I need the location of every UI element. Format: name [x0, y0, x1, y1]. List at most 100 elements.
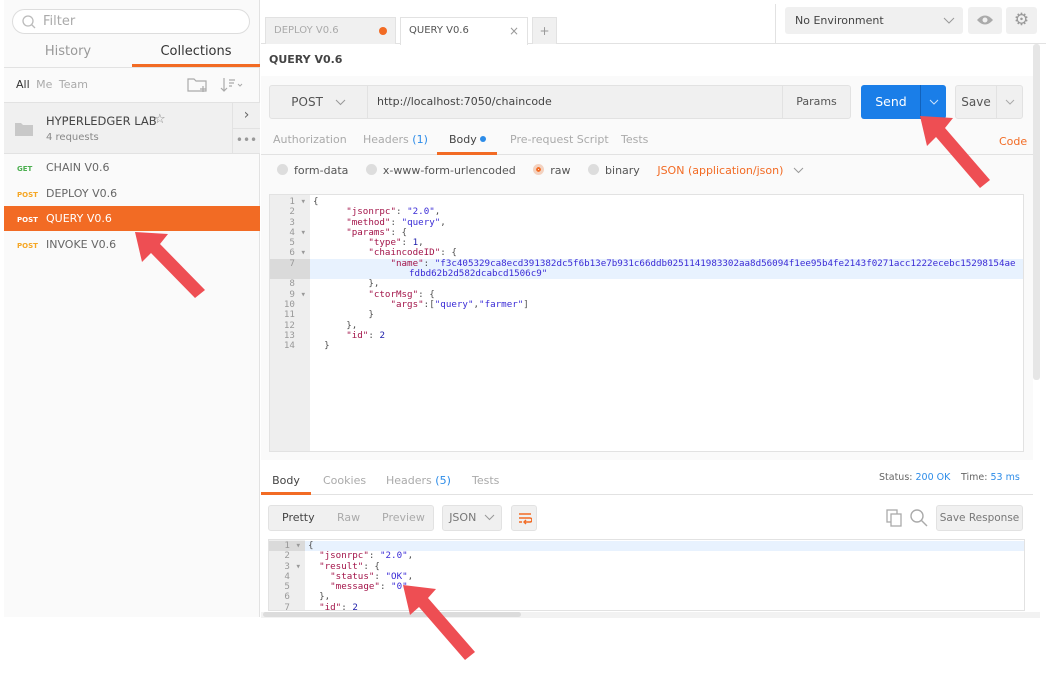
radio-form-data[interactable]: form-data	[277, 164, 348, 177]
close-tab-icon[interactable]: ×	[509, 18, 519, 44]
method-badge: POST	[17, 190, 38, 199]
radio-raw[interactable]: raw	[533, 164, 571, 177]
tab-response-tests[interactable]: Tests	[472, 474, 499, 487]
eye-icon	[977, 15, 993, 25]
chevron-down-icon	[929, 99, 939, 105]
send-options-button[interactable]	[920, 85, 946, 119]
code-line: 13 "id": 2	[270, 330, 1023, 341]
filter-me[interactable]: Me	[36, 78, 52, 91]
response-tabs: Body Cookies Headers (5) Tests Status: 2…	[261, 462, 1033, 495]
save-button[interactable]: Save	[955, 85, 997, 119]
tab-tests[interactable]: Tests	[621, 133, 648, 146]
tab-cookies[interactable]: Cookies	[323, 474, 366, 487]
headers-count: (1)	[412, 133, 428, 146]
time-readout: Time: 53 ms	[961, 472, 1020, 483]
method-select[interactable]: POST	[269, 85, 368, 119]
vertical-scrollbar[interactable]	[1033, 44, 1040, 380]
tab-pre-request-script[interactable]: Pre-request Script	[510, 133, 609, 146]
status-value: 200 OK	[915, 472, 951, 483]
url-input[interactable]: http://localhost:7050/chaincode	[367, 85, 783, 119]
filter-input[interactable]: Filter	[12, 9, 250, 34]
radio-binary[interactable]: binary	[588, 164, 640, 177]
body-dot-icon	[480, 136, 487, 142]
new-tab-button[interactable]: +	[532, 17, 557, 44]
status-label: Status:	[879, 472, 913, 483]
code-line: 14 }	[270, 340, 1023, 352]
response-body-viewer[interactable]: 1 ▾{2 "jsonrpc": "2.0", 3 ▾ "result": {4 …	[268, 539, 1025, 611]
tab-label: Headers	[386, 474, 432, 487]
tab-collections[interactable]: Collections	[132, 40, 260, 67]
view-preview[interactable]: Preview	[382, 506, 425, 530]
expand-collection-button[interactable]: ›	[232, 103, 260, 129]
response-format-select[interactable]: JSON	[442, 505, 502, 531]
view-raw[interactable]: Raw	[337, 506, 360, 530]
radio-icon	[277, 164, 288, 175]
horizontal-scrollbar[interactable]	[263, 612, 521, 617]
settings-gear-icon[interactable]: ⚙	[1006, 7, 1037, 34]
line-number: 7	[284, 601, 301, 611]
content-type-value: JSON (application/json)	[657, 164, 784, 177]
radio-label: x-www-form-urlencoded	[382, 164, 516, 177]
headers-count: (5)	[435, 474, 451, 487]
status-readout: Status: 200 OK	[879, 472, 950, 483]
tab-headers[interactable]: Headers (1)	[363, 133, 428, 146]
content-type-select[interactable]: JSON (application/json)	[657, 164, 804, 177]
sidebar-request-item[interactable]: POST QUERY V0.6	[4, 206, 260, 231]
star-icon[interactable]: ☆	[154, 112, 166, 127]
code-line: 5 "message": "0"	[269, 581, 1024, 592]
tab-query[interactable]: QUERY V0.6 ×	[400, 17, 528, 45]
wrap-icon	[519, 513, 532, 525]
filter-placeholder: Filter	[43, 14, 76, 29]
code-line: 7 "name": "f3c405329ca8ecd391382dc5f6b13…	[270, 258, 1023, 280]
tab-response-headers[interactable]: Headers (5)	[386, 474, 451, 487]
line-number: 14	[283, 340, 306, 352]
chevron-down-icon	[943, 17, 955, 24]
search-icon[interactable]	[910, 509, 928, 527]
new-collection-icon[interactable]	[187, 76, 209, 93]
wrap-lines-button[interactable]	[511, 505, 537, 531]
tab-response-body[interactable]: Body	[261, 462, 311, 495]
sort-icon[interactable]	[220, 77, 244, 93]
tab-history[interactable]: History	[4, 40, 132, 67]
code-line: 7 "id": 2	[269, 601, 1024, 611]
params-button[interactable]: Params	[782, 85, 851, 119]
filter-all[interactable]: All	[16, 78, 30, 91]
code-line: 10 "args":["query","farmer"]	[270, 299, 1023, 310]
request-name: CHAIN V0.6	[46, 161, 110, 174]
sidebar-request-item[interactable]: GET CHAIN V0.6	[4, 155, 260, 180]
tab-deploy[interactable]: DEPLOY V0.6	[265, 17, 396, 44]
tab-label: DEPLOY V0.6	[274, 25, 339, 36]
unsaved-dot-icon	[379, 27, 387, 35]
sidebar-request-item[interactable]: POST DEPLOY V0.6	[4, 181, 260, 206]
request-title: QUERY V0.6	[269, 53, 343, 66]
quick-look-button[interactable]	[968, 7, 1002, 34]
search-icon	[22, 15, 36, 29]
radio-x-www-form-urlencoded[interactable]: x-www-form-urlencoded	[365, 164, 516, 177]
send-button[interactable]: Send	[861, 85, 921, 119]
method-value: POST	[291, 95, 323, 109]
more-options-button[interactable]: •••	[232, 129, 260, 154]
save-options-button[interactable]	[996, 85, 1023, 119]
tab-body[interactable]: Body	[437, 128, 497, 155]
chevron-down-icon	[793, 167, 804, 174]
sidebar-request-item[interactable]: POST INVOKE V0.6	[4, 232, 260, 257]
environment-select[interactable]: No Environment	[785, 7, 963, 34]
code-line: 6 },	[269, 592, 1024, 603]
save-response-button[interactable]: Save Response	[936, 505, 1023, 531]
tab-authorization[interactable]: Authorization	[273, 133, 347, 146]
radio-selected-icon	[533, 164, 545, 175]
radio-label: form-data	[294, 164, 349, 177]
collection-count: 4 requests	[46, 132, 99, 143]
tab-label: Body	[449, 133, 477, 146]
request-body-editor[interactable]: 1 ▾{2 "jsonrpc": "2.0", 3 "method": "quer…	[269, 194, 1024, 452]
request-name: DEPLOY V0.6	[46, 186, 118, 200]
chevron-down-icon	[484, 514, 495, 521]
tab-label: QUERY V0.6	[409, 25, 469, 36]
environment-value: No Environment	[795, 14, 884, 27]
collection-hyperledger-lab[interactable]: HYPERLEDGER LAB ☆ 4 requests › •••	[4, 102, 260, 154]
code-link[interactable]: Code	[999, 135, 1027, 148]
filter-team[interactable]: Team	[59, 78, 88, 91]
chevron-down-icon	[1005, 99, 1015, 105]
view-pretty[interactable]: Pretty	[282, 506, 315, 530]
copy-icon[interactable]	[886, 509, 902, 527]
